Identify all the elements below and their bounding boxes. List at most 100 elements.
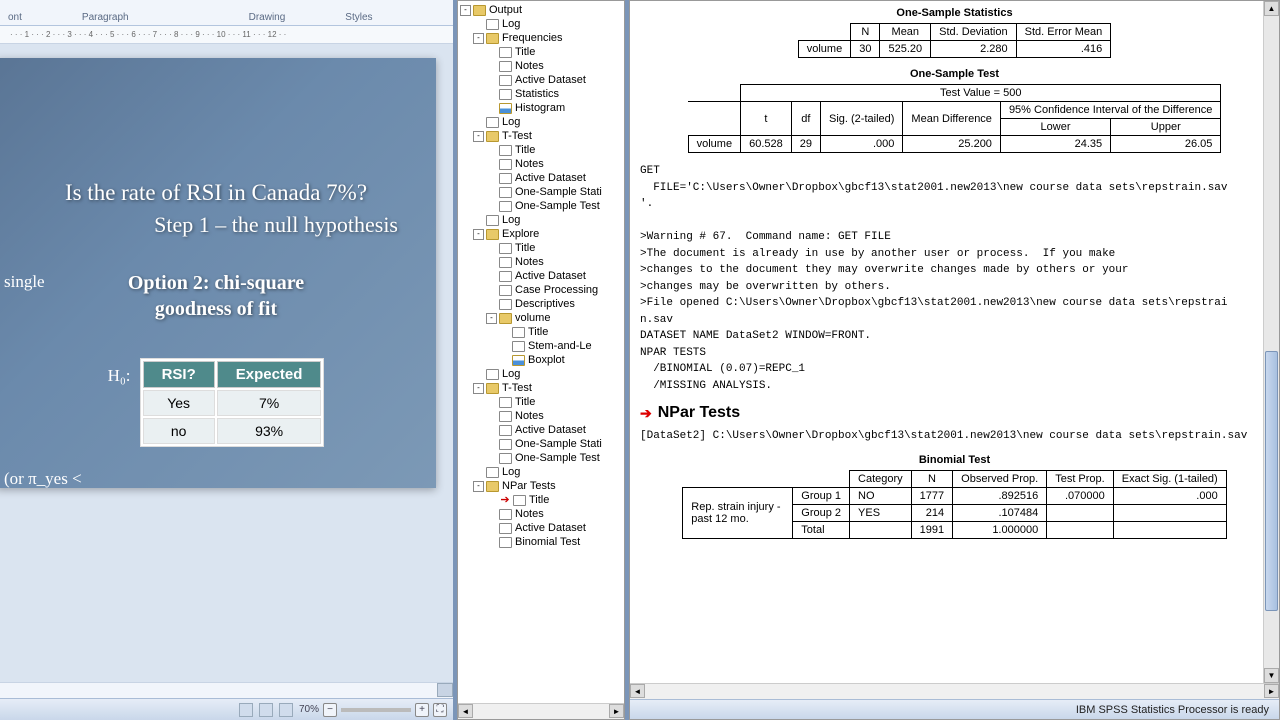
tree-item[interactable]: Log [460,17,622,31]
tree-label: One-Sample Stati [515,437,602,451]
tree-item[interactable]: One-Sample Stati [460,437,622,451]
tree-item[interactable]: -Output [460,3,622,17]
zoom-out-button[interactable]: − [323,703,337,717]
page-icon [512,341,525,352]
ribbon-group-styles: Styles [345,12,372,23]
scroll-left-icon[interactable]: ◄ [630,684,645,698]
tree-item[interactable]: Statistics [460,87,622,101]
tree-label: Active Dataset [515,171,586,185]
tree-item[interactable]: Title [460,45,622,59]
binomial-caption: Binomial Test [640,454,1269,466]
tree-label: Boxplot [528,353,565,367]
scroll-down-icon: ▼ [1264,668,1279,683]
zoom-in-button[interactable]: + [415,703,429,717]
tree-label: Histogram [515,101,565,115]
tree-item[interactable]: ➔Title [460,493,622,507]
tree-item[interactable]: Title [460,143,622,157]
tree-item[interactable]: Log [460,213,622,227]
tree-item[interactable]: Active Dataset [460,171,622,185]
scroll-left-icon[interactable]: ◄ [458,704,473,718]
tree-item[interactable]: Stem-and-Le [460,339,622,353]
page-icon [499,201,512,212]
tree-item[interactable]: Log [460,367,622,381]
status-text: IBM SPSS Statistics Processor is ready [1076,704,1269,716]
page-icon [499,425,512,436]
output-content[interactable]: One-Sample Statistics N Mean Std. Deviat… [630,1,1279,683]
tree-toggle-icon[interactable]: - [473,481,484,492]
tree-item[interactable]: Histogram [460,101,622,115]
output-v-scrollbar[interactable]: ▲ ▼ [1263,1,1279,683]
tree-item[interactable]: Notes [460,409,622,423]
tree-item[interactable]: Binomial Test [460,535,622,549]
zoom-slider[interactable] [341,708,411,712]
page-icon [499,89,512,100]
word-h-scrollbar[interactable] [0,682,453,698]
page-icon [499,439,512,450]
ribbon: ont Paragraph Drawing Styles [0,0,453,26]
tree-item[interactable]: Active Dataset [460,521,622,535]
tree-label: One-Sample Stati [515,185,602,199]
tree-toggle-icon[interactable]: - [473,33,484,44]
tree-item[interactable]: -volume [460,311,622,325]
tree-item[interactable]: -Explore [460,227,622,241]
tree-label: Log [502,367,520,381]
folder-icon [486,481,499,492]
page-icon [512,327,525,338]
page-icon [499,61,512,72]
folder-icon [486,131,499,142]
tree-label: T-Test [502,381,532,395]
view-read-icon[interactable] [279,703,293,717]
page-icon [486,467,499,478]
tree-item[interactable]: One-Sample Test [460,199,622,213]
tree-label: Title [515,241,535,255]
tree-item[interactable]: Active Dataset [460,73,622,87]
tree-item[interactable]: Title [460,241,622,255]
tree-item[interactable]: -T-Test [460,129,622,143]
slide-editor[interactable]: Is the rate of RSI in Canada 7%? Step 1 … [0,44,453,682]
tree-item[interactable]: One-Sample Stati [460,185,622,199]
tree-item[interactable]: - NPar Tests [460,479,622,493]
tree-item[interactable]: Notes [460,157,622,171]
tree-label: NPar Tests [502,479,556,493]
tree-item[interactable]: Title [460,325,622,339]
word-window: ont Paragraph Drawing Styles · · · 1 · ·… [0,0,453,720]
scroll-thumb[interactable] [1265,351,1278,611]
tree-item[interactable]: - T-Test [460,381,622,395]
tree-item[interactable]: Active Dataset [460,269,622,283]
tree-label: Log [502,115,520,129]
tree-h-scrollbar[interactable]: ◄ ► [458,703,624,719]
tree-toggle-icon[interactable]: - [473,383,484,394]
scroll-right-icon[interactable]: ► [1264,684,1279,698]
tree-content[interactable]: -OutputLog-FrequenciesTitleNotesActive D… [458,1,624,703]
tree-item[interactable]: Active Dataset [460,423,622,437]
view-normal-icon[interactable] [239,703,253,717]
scroll-right-icon[interactable]: ► [609,704,624,718]
tree-toggle-icon[interactable]: - [460,5,471,16]
view-layout-icon[interactable] [259,703,273,717]
chart-icon [512,355,525,366]
tree-item[interactable]: Descriptives [460,297,622,311]
tree-item[interactable]: -Frequencies [460,31,622,45]
page-icon [499,257,512,268]
tree-item[interactable]: Title [460,395,622,409]
tree-toggle-icon[interactable]: - [486,313,497,324]
tree-item[interactable]: Notes [460,59,622,73]
chart-icon [499,103,512,114]
tree-item[interactable]: Log [460,115,622,129]
tree-toggle-icon[interactable]: - [473,131,484,142]
page-icon [499,299,512,310]
output-h-scrollbar[interactable]: ◄ ► [630,683,1279,699]
tree-item[interactable]: Boxplot [460,353,622,367]
tree-item[interactable]: Notes [460,507,622,521]
zoom-value: 70% [299,704,319,715]
tree-label: Title [515,45,535,59]
pi-text: (or π_yes < [4,469,418,489]
tree-label: Statistics [515,87,559,101]
npar-tests-header: ➔ NPar Tests [640,404,1269,422]
zoom-fit-button[interactable]: ⛶ [433,703,447,717]
tree-item[interactable]: Log [460,465,622,479]
tree-item[interactable]: Notes [460,255,622,269]
tree-item[interactable]: One-Sample Test [460,451,622,465]
tree-toggle-icon[interactable]: - [473,229,484,240]
tree-item[interactable]: Case Processing [460,283,622,297]
